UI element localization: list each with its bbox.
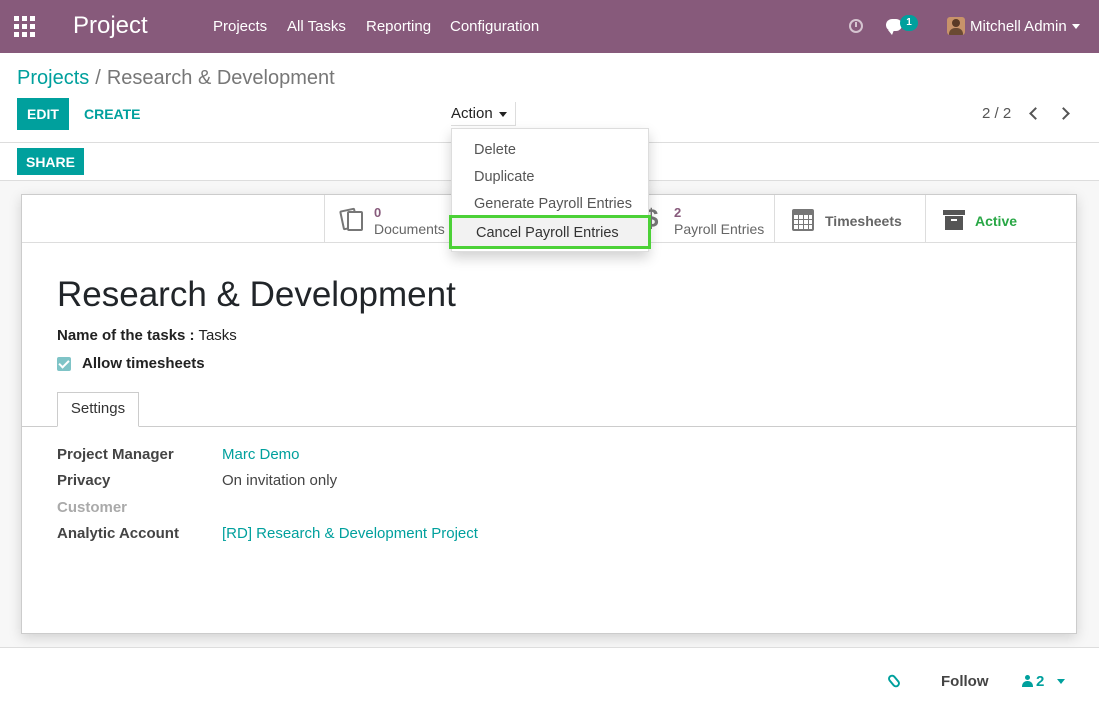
breadcrumb: Projects / Research & Development (17, 67, 335, 90)
followers-count: 2 (1036, 673, 1045, 690)
project-title: Research & Development (57, 275, 456, 314)
user-avatar[interactable] (947, 17, 965, 35)
pager-previous-icon[interactable] (1028, 106, 1038, 120)
tasks-name-field: Name of the tasks : Tasks (57, 327, 237, 344)
edit-button[interactable]: EDIT (17, 98, 69, 130)
action-dropdown-menu: Delete Duplicate Generate Payroll Entrie… (449, 128, 651, 252)
share-button[interactable]: SHARE (17, 148, 84, 175)
menu-reporting[interactable]: Reporting (366, 18, 431, 35)
apps-grid-icon[interactable] (14, 16, 36, 38)
project-manager-label: Project Manager (57, 446, 174, 463)
action-label: Action (451, 105, 493, 122)
documents-icon (347, 211, 363, 231)
activity-clock-icon[interactable] (849, 19, 863, 33)
allow-timesheets-label: Allow timesheets (82, 355, 205, 372)
pager-next-icon[interactable] (1059, 106, 1069, 120)
menu-configuration[interactable]: Configuration (450, 18, 539, 35)
menu-projects[interactable]: Projects (213, 18, 267, 35)
payroll-count: 2 (674, 205, 682, 220)
active-status-label: Active (975, 213, 1018, 229)
chat-count-badge: 1 (900, 15, 918, 31)
person-icon (1022, 675, 1033, 687)
tab-divider (22, 426, 1076, 427)
analytic-account-value[interactable]: [RD] Research & Development Project (222, 525, 478, 542)
user-menu[interactable]: Mitchell Admin (970, 18, 1067, 35)
menu-item-cancel-payroll[interactable]: Cancel Payroll Entries (449, 215, 651, 249)
active-toggle-button[interactable]: Active (925, 195, 1076, 243)
action-caret-icon (498, 111, 507, 117)
paperclip-icon[interactable] (886, 673, 902, 689)
project-manager-value[interactable]: Marc Demo (222, 446, 300, 463)
follow-button[interactable]: Follow (941, 673, 989, 690)
pager-value[interactable]: 2 / 2 (982, 105, 1011, 122)
privacy-label: Privacy (57, 472, 111, 489)
top-navbar: Project Projects All Tasks Reporting Con… (0, 0, 1099, 53)
documents-count: 0 (374, 205, 382, 220)
allow-timesheets-checkbox[interactable] (57, 357, 71, 371)
create-button[interactable]: CREATE (84, 106, 141, 122)
breadcrumb-separator: / (95, 67, 101, 89)
analytic-account-label: Analytic Account (57, 525, 179, 542)
menu-item-duplicate[interactable]: Duplicate (452, 164, 648, 190)
form-sheet: 0 Documents $ 2 Payroll Entries Timeshee… (21, 194, 1077, 634)
tasks-name-value[interactable]: Tasks (198, 327, 236, 344)
followers-button[interactable]: 2 (1022, 673, 1044, 690)
calendar-icon (792, 209, 814, 231)
privacy-value[interactable]: On invitation only (222, 472, 337, 489)
breadcrumb-current: Research & Development (106, 67, 335, 89)
menu-item-delete[interactable]: Delete (452, 137, 648, 163)
breadcrumb-projects-link[interactable]: Projects (17, 67, 89, 89)
payroll-label: Payroll Entries (674, 221, 765, 237)
followers-caret-icon[interactable] (1057, 679, 1065, 684)
timesheets-stat-button[interactable]: Timesheets (774, 195, 925, 243)
documents-stat-button[interactable]: 0 Documents (324, 195, 454, 243)
payroll-entries-stat-button[interactable]: $ 2 Payroll Entries (638, 195, 774, 243)
app-title: Project (73, 12, 148, 39)
menu-all-tasks[interactable]: All Tasks (287, 18, 346, 35)
menu-item-generate-payroll[interactable]: Generate Payroll Entries (452, 191, 648, 217)
action-dropdown-toggle[interactable]: Action (451, 102, 516, 126)
archive-icon (943, 210, 965, 230)
documents-label: Documents (374, 221, 445, 237)
user-menu-caret-icon[interactable] (1072, 24, 1080, 29)
customer-label: Customer (57, 499, 128, 516)
timesheets-label: Timesheets (825, 213, 902, 229)
tasks-name-label: Name of the tasks : (57, 327, 195, 344)
tab-settings[interactable]: Settings (57, 392, 139, 427)
chatter-divider (0, 647, 1099, 648)
